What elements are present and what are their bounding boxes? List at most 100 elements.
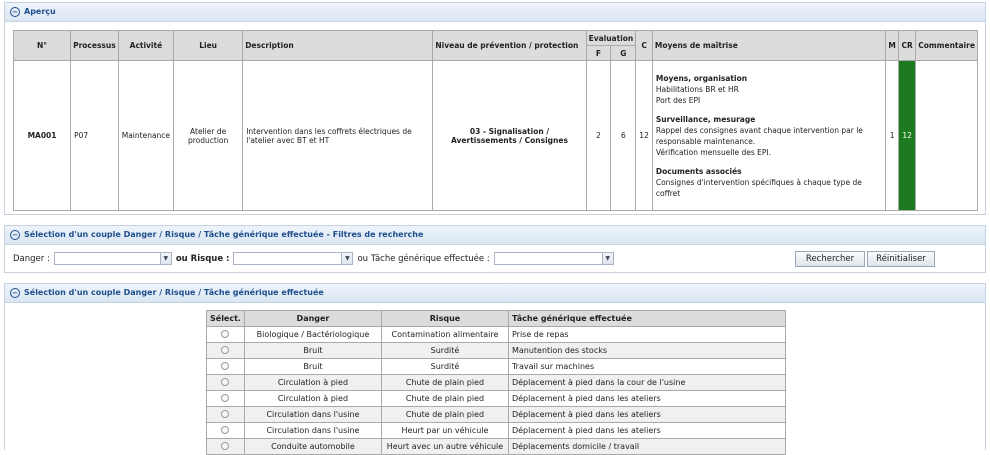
selection-table: Sélect. Danger Risque Tâche générique ef… (206, 310, 787, 455)
cell-activite: Maintenance (117, 60, 175, 211)
risque-cell: Heurt par un véhicule (380, 422, 509, 439)
tache-cell: Déplacement à pied dans les ateliers (507, 390, 787, 407)
selection-title: Sélection d'un couple Danger / Risque / … (24, 288, 324, 297)
apercu-panel: Aperçu N° Processus Activité Lieu Descri… (4, 2, 986, 215)
table-row[interactable]: Circulation dans l'usine Chute de plain p… (206, 406, 787, 423)
table-row[interactable]: Circulation dans l'usine Heurt par un véh… (206, 422, 787, 439)
select-cell[interactable] (206, 422, 245, 439)
ou-risque-label: ou Risque : (175, 253, 230, 264)
col-processus: Processus (70, 30, 119, 61)
table-row[interactable]: Conduite automobile Heurt avec un autre v… (206, 438, 787, 455)
risque-cell: Chute de plain pied (380, 406, 509, 423)
tache-cell: Manutention des stocks (507, 342, 787, 359)
col-g: G (610, 45, 637, 61)
apercu-header[interactable]: Aperçu (5, 3, 985, 22)
select-cell[interactable] (206, 358, 245, 375)
search-button[interactable]: Rechercher (795, 251, 865, 267)
cell-description: Intervention dans les coffrets électriqu… (242, 60, 434, 211)
cell-niveau: 03 - Signalisation / Avertissements / Co… (432, 60, 587, 211)
cell-f: 2 (585, 60, 612, 211)
select-cell[interactable] (206, 326, 245, 343)
ou-tache-label: ou Tâche générique effectuée : (357, 253, 490, 264)
apercu-row: MA001 P07 Maintenance Atelier de product… (12, 60, 978, 211)
select-radio[interactable] (221, 377, 230, 386)
cell-commentaire (915, 60, 978, 211)
cell-c: 12 (635, 60, 653, 211)
table-row[interactable]: Circulation à pied Chute de plain pied Dép… (206, 390, 787, 407)
col-tache: Tâche générique effectuée (507, 310, 787, 327)
collapse-icon[interactable] (10, 229, 20, 240)
select-radio[interactable] (221, 345, 230, 354)
danger-label: Danger : (13, 253, 50, 264)
danger-cell: Conduite automobile (243, 438, 382, 455)
cell-num: MA001 (12, 60, 72, 211)
select-cell[interactable] (206, 390, 245, 407)
filters-panel: Sélection d'un couple Danger / Risque / … (4, 225, 986, 273)
chevron-down-icon[interactable]: ▼ (341, 253, 353, 264)
risque-cell: Heurt avec un autre véhicule (380, 438, 509, 455)
table-row[interactable]: Biologique / Bactériologique Contaminatio… (206, 326, 787, 343)
col-evaluation: Evaluation (585, 30, 637, 46)
col-c: C (635, 30, 653, 61)
cell-processus: P07 (70, 60, 119, 211)
tache-cell: Déplacement à pied dans les ateliers (507, 422, 787, 439)
col-moyens: Moyens de maîtrise (651, 30, 887, 61)
cell-moyens: Moyens, organisation Habilitations BR et… (651, 60, 887, 211)
tache-cell: Déplacement à pied dans les ateliers (507, 406, 787, 423)
table-row[interactable]: Bruit Surdité Manutention des stocks (206, 342, 787, 359)
col-cr: CR (898, 30, 917, 61)
moyens-line: Port des EPI (655, 95, 701, 105)
risque-cell: Contamination alimentaire (380, 326, 509, 343)
selection-body: Biologique / Bactériologique Contaminatio… (206, 326, 787, 455)
cell-m: 1 (885, 60, 900, 211)
table-row[interactable]: Bruit Surdité Travail sur machines (206, 358, 787, 375)
tache-cell: Déplacements domicile / travail (507, 438, 787, 455)
selection-panel: Sélection d'un couple Danger / Risque / … (4, 283, 986, 455)
risque-select[interactable]: ▼ (233, 252, 354, 265)
col-num: N° (12, 30, 72, 61)
chevron-down-icon[interactable]: ▼ (601, 253, 613, 264)
cell-cr: 12 (898, 60, 917, 211)
col-niveau: Niveau de prévention / protection (432, 30, 587, 61)
tache-cell: Travail sur machines (507, 358, 787, 375)
moyens-line: Habilitations BR et HR (655, 84, 739, 94)
select-cell[interactable] (206, 438, 245, 455)
tache-cell: Prise de repas (507, 326, 787, 343)
risque-cell: Surdité (380, 342, 509, 359)
select-radio[interactable] (221, 361, 230, 370)
danger-cell: Circulation à pied (243, 390, 382, 407)
danger-cell: Circulation à pied (243, 374, 382, 391)
filters-title: Sélection d'un couple Danger / Risque / … (24, 230, 424, 239)
apercu-table: N° Processus Activité Lieu Description N… (12, 30, 978, 211)
table-row[interactable]: Circulation à pied Chute de plain pied Dép… (206, 374, 787, 391)
select-cell[interactable] (206, 342, 245, 359)
danger-cell: Bruit (243, 342, 382, 359)
cell-g: 6 (610, 60, 637, 211)
collapse-icon[interactable] (10, 287, 20, 298)
danger-cell: Circulation dans l'usine (243, 406, 382, 423)
danger-cell: Circulation dans l'usine (243, 422, 382, 439)
col-danger: Danger (243, 310, 382, 327)
moyens-line: Consignes d'intervention spécifiques à c… (655, 177, 862, 198)
select-radio[interactable] (221, 425, 230, 434)
moyens-line: Vérification mensuelle des EPI. (655, 147, 772, 157)
danger-select[interactable]: ▼ (53, 252, 172, 265)
selection-header[interactable]: Sélection d'un couple Danger / Risque / … (5, 284, 985, 303)
filter-row: Danger : ▼ ou Risque : ▼ ou Tâche généri… (13, 252, 618, 265)
col-commentaire: Commentaire (915, 30, 978, 61)
select-radio[interactable] (221, 441, 230, 450)
select-cell[interactable] (206, 374, 245, 391)
chevron-down-icon[interactable]: ▼ (159, 253, 171, 264)
filters-header[interactable]: Sélection d'un couple Danger / Risque / … (5, 226, 985, 245)
select-radio[interactable] (221, 329, 230, 338)
collapse-icon[interactable] (10, 6, 20, 17)
moyens-heading-organisation: Moyens, organisation (655, 73, 748, 83)
tache-select[interactable]: ▼ (493, 252, 614, 265)
danger-cell: Bruit (243, 358, 382, 375)
select-radio[interactable] (221, 409, 230, 418)
col-f: F (585, 45, 612, 61)
risque-cell: Chute de plain pied (380, 374, 509, 391)
reset-button[interactable]: Réinitialiser (867, 251, 935, 267)
select-radio[interactable] (221, 393, 230, 402)
select-cell[interactable] (206, 406, 245, 423)
